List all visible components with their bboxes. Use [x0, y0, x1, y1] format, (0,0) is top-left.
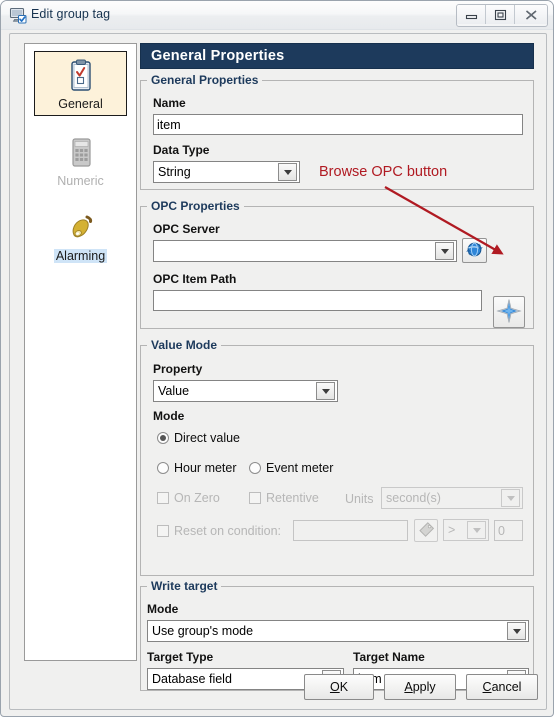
sidebar-item-general[interactable]: General	[34, 51, 127, 116]
maximize-button[interactable]	[486, 5, 515, 24]
chevron-down-icon[interactable]	[507, 622, 526, 640]
apply-button-label: Apply	[404, 680, 436, 694]
chevron-down-icon	[501, 489, 520, 507]
general-properties-legend: General Properties	[147, 73, 263, 87]
chevron-down-icon	[467, 521, 486, 539]
data-type-combobox[interactable]: String	[153, 161, 300, 183]
units-combobox: second(s)	[381, 487, 523, 509]
checkbox-reset-label: Reset on condition:	[174, 524, 282, 538]
ok-button-label: OK	[329, 680, 349, 694]
monitor-check-icon	[9, 6, 27, 24]
checkbox-reset-on-condition: Reset on condition:	[157, 524, 281, 538]
checkbox-indicator	[157, 492, 169, 504]
window-controls	[456, 4, 548, 27]
checkbox-on-zero: On Zero	[157, 491, 220, 505]
radio-hour-meter[interactable]: Hour meter	[157, 461, 237, 475]
opc-item-path-input[interactable]	[153, 290, 482, 311]
operator-combobox: >	[443, 519, 489, 541]
threshold-value: 0	[498, 523, 505, 538]
refresh-opc-servers-button[interactable]	[462, 238, 487, 263]
value-mode-legend: Value Mode	[147, 338, 222, 352]
tag-icon	[418, 521, 435, 541]
minimize-button[interactable]	[457, 5, 486, 24]
threshold-input: 0	[494, 520, 523, 541]
mode-label: Mode	[153, 409, 185, 423]
property-combobox[interactable]: Value	[153, 380, 338, 402]
bell-icon	[34, 209, 127, 247]
write-mode-combobox[interactable]: Use group's mode	[147, 620, 529, 642]
title-bar: Edit group tag	[1, 1, 553, 30]
properties-panel: General Properties General Properties Na…	[140, 43, 534, 691]
operator-value: >	[448, 523, 456, 537]
opc-item-path-label: OPC Item Path	[153, 272, 237, 286]
sidebar-item-numeric[interactable]: Numeric	[34, 129, 127, 192]
chevron-down-icon[interactable]	[435, 242, 454, 260]
write-mode-label: Mode	[147, 602, 179, 616]
close-button[interactable]	[515, 5, 547, 24]
checkbox-indicator	[157, 525, 169, 537]
window-title: Edit group tag	[31, 7, 111, 21]
radio-direct-value-label: Direct value	[174, 431, 240, 445]
radio-indicator	[249, 462, 261, 474]
sidebar-label-general: General	[58, 97, 103, 111]
cancel-button-label: Cancel	[482, 680, 522, 694]
category-sidebar: General Numeric Alarming	[24, 43, 137, 661]
opc-server-label: OPC Server	[153, 222, 220, 236]
cancel-button[interactable]: Cancel	[466, 674, 538, 700]
checkbox-retentive-label: Retentive	[266, 491, 319, 505]
units-value: second(s)	[386, 491, 441, 505]
property-value: Value	[158, 384, 190, 398]
checkbox-retentive: Retentive	[249, 491, 319, 505]
reset-condition-input	[293, 520, 408, 541]
name-input-value: item	[157, 117, 181, 132]
clipboard-icon	[35, 57, 126, 95]
write-target-legend: Write target	[147, 579, 222, 593]
chevron-down-icon[interactable]	[278, 163, 297, 181]
radio-indicator	[157, 462, 169, 474]
ok-button[interactable]: OK	[304, 674, 374, 700]
page-header: General Properties	[140, 43, 534, 69]
target-type-value: Database field	[152, 672, 232, 686]
data-type-label: Data Type	[153, 143, 210, 157]
opc-server-combobox[interactable]	[153, 240, 457, 262]
opc-properties-legend: OPC Properties	[147, 199, 244, 213]
annotation-label: Browse OPC button	[319, 164, 448, 180]
target-type-label: Target Type	[147, 650, 214, 664]
target-name-label: Target Name	[353, 650, 425, 664]
radio-indicator	[157, 432, 169, 444]
browse-opc-button[interactable]	[493, 296, 525, 328]
chevron-down-icon[interactable]	[316, 382, 335, 400]
radio-direct-value[interactable]: Direct value	[157, 431, 240, 445]
radio-event-meter-label: Event meter	[266, 461, 334, 475]
calculator-icon	[34, 134, 127, 172]
sidebar-item-alarming[interactable]: Alarming	[34, 204, 127, 267]
opc-properties-group: OPC Properties OPC Server OPC Item Path	[140, 199, 534, 329]
page-title: General Properties	[151, 48, 285, 64]
blue-star-icon	[496, 298, 522, 327]
checkbox-indicator	[249, 492, 261, 504]
sidebar-label-numeric: Numeric	[57, 174, 104, 188]
globe-refresh-icon	[465, 240, 484, 262]
name-input[interactable]: item	[153, 114, 523, 135]
radio-hour-meter-label: Hour meter	[174, 461, 237, 475]
apply-button[interactable]: Apply	[384, 674, 456, 700]
value-mode-group: Value Mode Property Value Mode Direct va…	[140, 338, 534, 576]
dialog-window: Edit group tag General Numeric Alarming …	[0, 0, 554, 717]
checkbox-on-zero-label: On Zero	[174, 491, 220, 505]
write-mode-value: Use group's mode	[152, 624, 254, 638]
select-tag-button	[414, 519, 438, 542]
dialog-client-area: General Numeric Alarming General Propert…	[9, 33, 547, 710]
name-label: Name	[153, 96, 186, 110]
data-type-value: String	[158, 165, 191, 179]
property-label: Property	[153, 362, 203, 376]
sidebar-label-alarming: Alarming	[53, 249, 108, 263]
units-label: Units	[345, 492, 374, 506]
radio-event-meter[interactable]: Event meter	[249, 461, 333, 475]
